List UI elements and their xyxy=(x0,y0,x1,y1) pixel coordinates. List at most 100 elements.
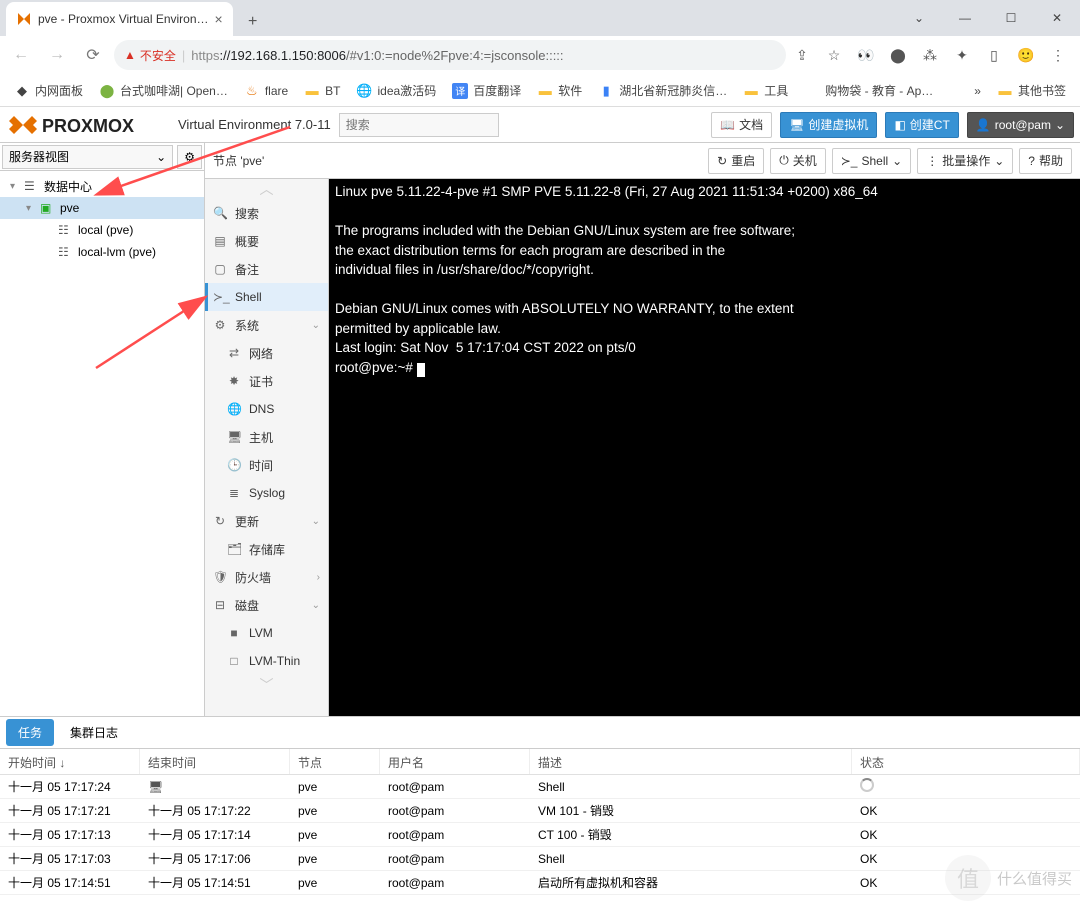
docs-button[interactable]: 📖文档 xyxy=(711,112,772,138)
bookmark-item[interactable]: ♨flare xyxy=(238,80,294,102)
tree-datacenter[interactable]: ▾☰数据中心 xyxy=(0,175,204,197)
share-icon[interactable]: ⇪ xyxy=(792,45,812,65)
ext-icon-1[interactable]: 👀 xyxy=(856,45,876,65)
side-menu: ︿ 🔍搜索 ▤概要 ▢备注 ≻_Shell ⚙系统⌄ ⇄网络 ✸证书 🌐DNS … xyxy=(205,179,329,716)
table-row[interactable]: 十一月 05 17:17:13十一月 05 17:17:14pveroot@pa… xyxy=(0,823,1080,847)
create-vm-button[interactable]: 🖥创建虚拟机 xyxy=(780,112,877,138)
reload-button[interactable]: ⟳ xyxy=(78,40,108,70)
reboot-button[interactable]: ↻重启 xyxy=(708,148,764,174)
user-menu[interactable]: 👤root@pam ⌄ xyxy=(967,112,1074,138)
chevron-down-icon[interactable]: ⌄ xyxy=(896,0,942,36)
table-row[interactable]: 十一月 05 17:17:21十一月 05 17:17:22pveroot@pa… xyxy=(0,799,1080,823)
folder-icon: ▬ xyxy=(537,83,553,99)
other-bookmarks[interactable]: ▬其他书签 xyxy=(991,79,1072,102)
col-start-time[interactable]: 开始时间 ↓ xyxy=(0,749,140,774)
ext-icon-3[interactable]: ⁂ xyxy=(920,45,940,65)
table-row[interactable]: 十一月 05 17:17:24🖥pveroot@pamShell xyxy=(0,775,1080,799)
bookmark-item[interactable]: 译百度翻译 xyxy=(446,79,527,102)
url-box[interactable]: ▲ 不安全 | https://192.168.1.150:8006/#v1:0… xyxy=(114,40,786,70)
menu-certificates[interactable]: ✸证书 xyxy=(205,367,328,395)
shell-terminal[interactable]: Linux pve 5.11.22-4-pve #1 SMP PVE 5.11.… xyxy=(329,179,1080,716)
col-node[interactable]: 节点 xyxy=(290,749,380,774)
help-button[interactable]: ?帮助 xyxy=(1019,148,1072,174)
disk-icon: ☷ xyxy=(58,223,74,237)
menu-updates[interactable]: ↻更新⌄ xyxy=(205,507,328,535)
global-search-input[interactable] xyxy=(339,113,499,137)
menu-network[interactable]: ⇄网络 xyxy=(205,339,328,367)
flare-icon: ♨ xyxy=(244,83,260,99)
svg-text:PROXMOX: PROXMOX xyxy=(42,116,134,136)
tree-storage-local[interactable]: ☷local (pve) xyxy=(0,219,204,241)
bookmark-item[interactable]: ⬤台式咖啡湖| Open… xyxy=(93,79,234,102)
menu-system[interactable]: ⚙系统⌄ xyxy=(205,311,328,339)
bookmark-item[interactable]: ▬工具 xyxy=(737,79,794,102)
new-tab-button[interactable]: + xyxy=(239,8,267,36)
menu-notes[interactable]: ▢备注 xyxy=(205,255,328,283)
col-user[interactable]: 用户名 xyxy=(380,749,530,774)
menu-shell[interactable]: ≻_Shell xyxy=(205,283,328,311)
col-desc[interactable]: 描述 xyxy=(530,749,852,774)
menu-firewall[interactable]: 🛡防火墙› xyxy=(205,563,328,591)
bookmark-item[interactable]: ▮湖北省新冠肺炎信… xyxy=(592,79,733,102)
bookmark-item[interactable]: ◆内网面板 xyxy=(8,79,89,102)
bookmark-item[interactable]: ▬BT xyxy=(298,80,346,102)
tree-storage-local-lvm[interactable]: ☷local-lvm (pve) xyxy=(0,241,204,263)
bookmark-item[interactable]: 🌐idea激活码 xyxy=(351,79,443,102)
menu-lvm[interactable]: ■LVM xyxy=(205,619,328,647)
forward-button[interactable]: → xyxy=(42,40,72,70)
spinner-icon xyxy=(860,778,874,792)
proxmox-logo[interactable]: PROXMOX xyxy=(6,112,166,138)
extensions-puzzle-icon[interactable]: ✦ xyxy=(952,45,972,65)
menu-repositories[interactable]: 🗂存储库 xyxy=(205,535,328,563)
menu-expand-down[interactable]: ﹀ xyxy=(205,675,328,695)
browser-tab[interactable]: pve - Proxmox Virtual Environ… × xyxy=(6,2,233,36)
search-icon: 🔍 xyxy=(213,206,227,220)
resource-tree-panel: 服务器视图⌄ ⚙ ▾☰数据中心 ▾▣pve ☷local (pve) ☷loca… xyxy=(0,143,205,716)
shutdown-button[interactable]: ⏻关机 xyxy=(770,148,826,174)
bookmark-more[interactable]: » xyxy=(968,81,987,101)
menu-syslog[interactable]: ≣Syslog xyxy=(205,479,328,507)
menu-disks[interactable]: ⊟磁盘⌄ xyxy=(205,591,328,619)
menu-hosts[interactable]: 🖥主机 xyxy=(205,423,328,451)
sidepanel-icon[interactable]: ▯ xyxy=(984,45,1004,65)
bookmark-item[interactable]: ▬软件 xyxy=(531,79,588,102)
tab-tasks[interactable]: 任务 xyxy=(6,719,54,746)
col-end-time[interactable]: 结束时间 xyxy=(140,749,290,774)
watermark-icon: 值 xyxy=(945,855,991,901)
tree-node-pve[interactable]: ▾▣pve xyxy=(0,197,204,219)
menu-search[interactable]: 🔍搜索 xyxy=(205,199,328,227)
view-selector[interactable]: 服务器视图⌄ xyxy=(2,145,173,169)
tree-view-selector-header: 服务器视图⌄ ⚙ xyxy=(0,143,204,171)
col-status[interactable]: 状态 xyxy=(852,749,1080,774)
table-row[interactable]: 十一月 05 17:14:51十一月 05 17:14:51pveroot@pa… xyxy=(0,871,1080,895)
menu-dots-icon[interactable]: ⋮ xyxy=(1048,45,1068,65)
ext-icon-2[interactable]: ⬤ xyxy=(888,45,908,65)
bookmark-star-icon[interactable]: ☆ xyxy=(824,45,844,65)
globe-icon: 🌐 xyxy=(357,83,373,99)
node-icon: ▣ xyxy=(40,201,56,215)
address-bar: ← → ⟳ ▲ 不安全 | https://192.168.1.150:8006… xyxy=(0,36,1080,74)
bookmark-item[interactable]: 购物袋 - 教育 - Ap… xyxy=(798,79,939,102)
create-ct-button[interactable]: ◧创建CT xyxy=(885,112,958,138)
book-icon: ▤ xyxy=(213,234,227,248)
tab-close-icon[interactable]: × xyxy=(215,11,223,27)
shell-dropdown[interactable]: ≻_Shell ⌄ xyxy=(832,148,911,174)
block-icon: ■ xyxy=(227,626,241,640)
back-button[interactable]: ← xyxy=(6,40,36,70)
menu-dns[interactable]: 🌐DNS xyxy=(205,395,328,423)
tab-cluster-log[interactable]: 集群日志 xyxy=(58,719,130,746)
menu-time[interactable]: 🕒时间 xyxy=(205,451,328,479)
window-close-button[interactable]: ✕ xyxy=(1034,0,1080,36)
main-area: 服务器视图⌄ ⚙ ▾☰数据中心 ▾▣pve ☷local (pve) ☷loca… xyxy=(0,143,1080,716)
note-icon: ▢ xyxy=(213,262,227,276)
menu-summary[interactable]: ▤概要 xyxy=(205,227,328,255)
window-maximize-button[interactable]: ☐ xyxy=(988,0,1034,36)
menu-lvm-thin[interactable]: □LVM-Thin xyxy=(205,647,328,675)
window-minimize-button[interactable]: — xyxy=(942,0,988,36)
profile-avatar[interactable]: 🙂 xyxy=(1016,45,1036,65)
table-row[interactable]: 十一月 05 17:17:03十一月 05 17:17:06pveroot@pa… xyxy=(0,847,1080,871)
tree-settings-button[interactable]: ⚙ xyxy=(177,145,202,169)
bulk-actions-button[interactable]: ⋮批量操作 ⌄ xyxy=(917,148,1013,174)
power-icon: ⏻ xyxy=(779,153,789,168)
menu-collapse-up[interactable]: ︿ xyxy=(205,179,328,199)
